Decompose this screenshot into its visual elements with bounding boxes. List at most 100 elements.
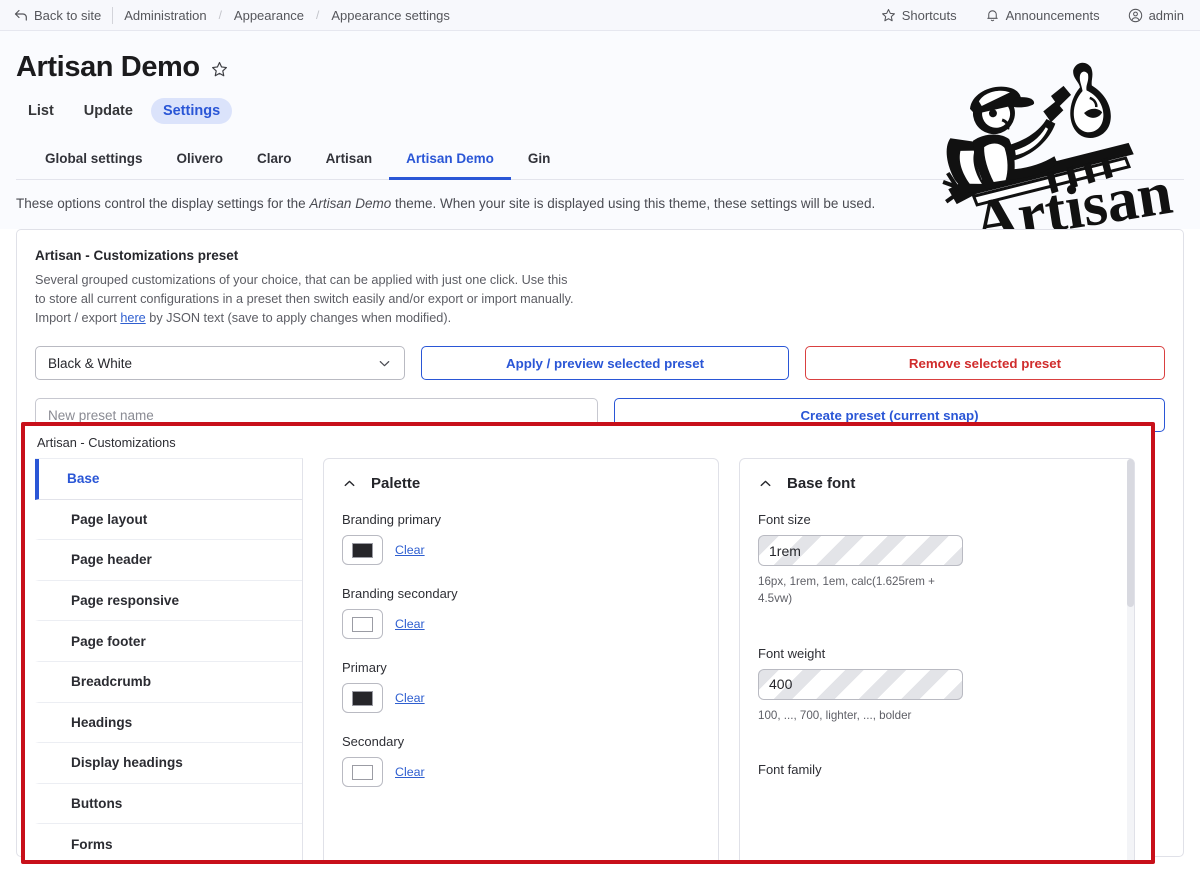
settings-card: Artisan - Customizations preset Several … bbox=[16, 229, 1184, 864]
admin-toolbar: Back to site Administration / Appearance… bbox=[0, 0, 1200, 31]
secondary-label: Secondary bbox=[342, 734, 405, 749]
remove-preset-button[interactable]: Remove selected preset bbox=[805, 346, 1165, 381]
menu-item-page-header[interactable]: Page header bbox=[35, 540, 302, 581]
theme-tab-artisan-demo[interactable]: Artisan Demo bbox=[389, 142, 511, 180]
toolbar-right-group: Shortcuts Announcements admin bbox=[867, 8, 1184, 23]
panel-spacer bbox=[758, 608, 1116, 646]
primary-label: Primary bbox=[342, 660, 387, 675]
font-size-field: Font size 1rem 16px, 1rem, 1em, calc(1.6… bbox=[758, 512, 1116, 608]
menu-item-breadcrumb[interactable]: Breadcrumb bbox=[35, 662, 302, 703]
announcements-label: Announcements bbox=[1005, 7, 1100, 23]
branding-primary-row: Clear bbox=[342, 535, 700, 565]
theme-description-name: Artisan Demo bbox=[309, 196, 392, 211]
preset-select-value: Black & White bbox=[48, 355, 133, 371]
secondary-row: Clear bbox=[342, 757, 700, 787]
theme-tab-artisan[interactable]: Artisan bbox=[309, 142, 390, 180]
theme-tab-global-settings[interactable]: Global settings bbox=[28, 142, 160, 180]
customizations-body: Base Page layout Page header Page respon… bbox=[35, 458, 1151, 860]
bell-icon bbox=[985, 8, 1000, 23]
tab-settings[interactable]: Settings bbox=[150, 98, 233, 124]
branding-secondary-label: Branding secondary bbox=[342, 586, 458, 601]
account-button[interactable]: admin bbox=[1114, 8, 1184, 23]
theme-tabs: Global settings Olivero Claro Artisan Ar… bbox=[16, 142, 1184, 180]
font-size-help: 16px, 1rem, 1em, calc(1.625rem + 4.5vw) bbox=[758, 575, 935, 606]
page-title-row: Artisan Demo bbox=[16, 51, 1184, 84]
customizations-menu: Base Page layout Page header Page respon… bbox=[35, 458, 303, 860]
back-to-site-link[interactable]: Back to site bbox=[14, 8, 112, 23]
breadcrumb-appearance[interactable]: Appearance bbox=[223, 8, 315, 23]
font-family-label: Font family bbox=[758, 762, 822, 778]
chevron-up-icon bbox=[758, 476, 773, 491]
user-circle-icon bbox=[1128, 8, 1143, 23]
customizations-region: Artisan - Customizations Base Page layou… bbox=[21, 422, 1155, 864]
primary-clear-link[interactable]: Clear bbox=[395, 691, 425, 705]
menu-item-display-headings[interactable]: Display headings bbox=[35, 743, 302, 784]
breadcrumb-appearance-settings-label: Appearance settings bbox=[331, 7, 450, 23]
panel-scrollbar-thumb[interactable] bbox=[1127, 459, 1134, 607]
menu-item-page-footer[interactable]: Page footer bbox=[35, 621, 302, 662]
account-label: admin bbox=[1148, 7, 1184, 23]
breadcrumb-appearance-label: Appearance bbox=[233, 7, 305, 23]
preset-controls-row-1: Black & White Apply / preview selected p… bbox=[35, 346, 1165, 381]
preset-description: Several grouped customizations of your c… bbox=[35, 271, 580, 328]
toolbar-left-group: Back to site Administration / Appearance… bbox=[14, 6, 461, 24]
menu-item-forms[interactable]: Forms bbox=[35, 824, 302, 860]
shortcuts-button[interactable]: Shortcuts bbox=[867, 8, 971, 23]
palette-field-branding-secondary: Branding secondary Clear bbox=[342, 586, 700, 639]
star-icon bbox=[881, 8, 896, 23]
chevron-down-icon bbox=[377, 356, 392, 371]
base-font-panel: Base font Font size 1rem 16px, 1rem, 1em… bbox=[739, 458, 1135, 860]
back-arrow-icon bbox=[14, 8, 28, 22]
branding-secondary-clear-link[interactable]: Clear bbox=[395, 617, 425, 631]
back-to-site-label: Back to site bbox=[34, 7, 102, 23]
theme-description-pre: These options control the display settin… bbox=[16, 196, 310, 211]
palette-panel: Palette Branding primary Clear Branding … bbox=[323, 458, 719, 860]
preset-description-line3: by JSON text (save to apply changes when… bbox=[145, 311, 452, 326]
bookmark-star-icon[interactable] bbox=[211, 57, 228, 78]
primary-tabs: List Update Settings bbox=[16, 98, 1184, 124]
theme-tab-gin[interactable]: Gin bbox=[511, 142, 568, 180]
base-font-panel-header[interactable]: Base font bbox=[758, 475, 1116, 492]
palette-field-secondary: Secondary Clear bbox=[342, 734, 700, 787]
font-weight-field: Font weight 400 100, ..., 700, lighter, … bbox=[758, 646, 1116, 724]
font-weight-input[interactable]: 400 bbox=[758, 668, 963, 700]
branding-primary-clear-link[interactable]: Clear bbox=[395, 543, 425, 557]
tab-list[interactable]: List bbox=[16, 98, 66, 124]
theme-description-post: theme. When your site is displayed using… bbox=[391, 196, 876, 211]
menu-item-buttons[interactable]: Buttons bbox=[35, 784, 302, 825]
theme-description: These options control the display settin… bbox=[0, 180, 1200, 229]
palette-field-primary: Primary Clear bbox=[342, 660, 700, 713]
font-weight-help: 100, ..., 700, lighter, ..., bolder bbox=[758, 708, 912, 722]
font-size-input[interactable]: 1rem bbox=[758, 535, 963, 566]
branding-secondary-row: Clear bbox=[342, 609, 700, 639]
breadcrumb-administration[interactable]: Administration bbox=[113, 8, 217, 23]
panel-scrollbar[interactable] bbox=[1127, 459, 1134, 860]
font-size-label: Font size bbox=[758, 512, 811, 527]
theme-tab-olivero[interactable]: Olivero bbox=[160, 142, 241, 180]
branding-primary-color-swatch[interactable] bbox=[342, 535, 383, 565]
secondary-color-swatch[interactable] bbox=[342, 757, 383, 787]
palette-panel-header[interactable]: Palette bbox=[342, 475, 700, 492]
primary-color-swatch[interactable] bbox=[342, 683, 383, 713]
panel-spacer bbox=[758, 724, 1116, 762]
breadcrumb-appearance-settings[interactable]: Appearance settings bbox=[320, 8, 461, 23]
announcements-button[interactable]: Announcements bbox=[971, 8, 1114, 23]
theme-tab-claro[interactable]: Claro bbox=[240, 142, 309, 180]
menu-item-page-layout[interactable]: Page layout bbox=[35, 500, 302, 541]
palette-panel-title: Palette bbox=[371, 475, 421, 492]
page-header: Artisan Demo List Update Settings Global… bbox=[0, 31, 1200, 180]
branding-secondary-color-swatch[interactable] bbox=[342, 609, 383, 639]
secondary-clear-link[interactable]: Clear bbox=[395, 765, 425, 779]
base-font-panel-title: Base font bbox=[787, 475, 856, 492]
apply-preview-preset-button[interactable]: Apply / preview selected preset bbox=[421, 346, 789, 381]
font-weight-label: Font weight bbox=[758, 645, 826, 661]
chevron-up-icon bbox=[342, 476, 357, 491]
menu-item-page-responsive[interactable]: Page responsive bbox=[35, 581, 302, 622]
page-title: Artisan Demo bbox=[16, 51, 200, 83]
branding-primary-label: Branding primary bbox=[342, 512, 441, 527]
preset-select[interactable]: Black & White bbox=[35, 346, 405, 381]
tab-update[interactable]: Update bbox=[72, 98, 145, 124]
menu-item-headings[interactable]: Headings bbox=[35, 703, 302, 744]
preset-import-export-link[interactable]: here bbox=[120, 311, 145, 325]
menu-item-base[interactable]: Base bbox=[35, 459, 302, 500]
